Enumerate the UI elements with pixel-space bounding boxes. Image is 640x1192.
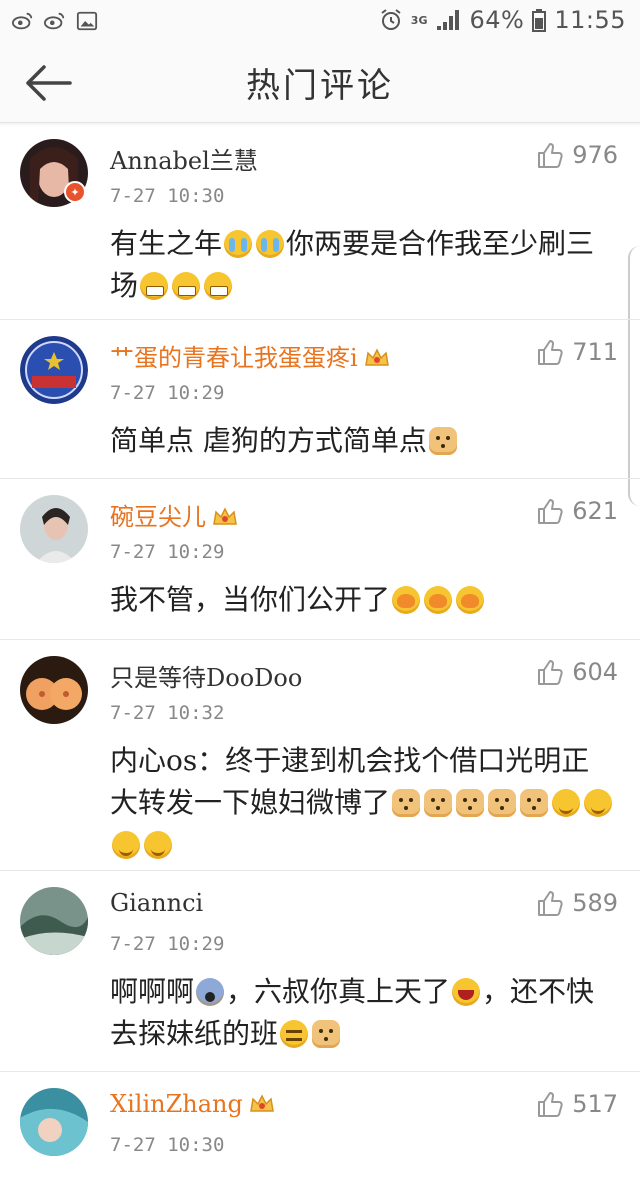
battery-icon — [532, 9, 547, 32]
kiss-emoji-icon — [424, 586, 453, 614]
thumbs-up-icon — [538, 1092, 563, 1117]
like-button[interactable]: 604 — [536, 658, 618, 686]
comment-item: XilinZhang 7-27 10:30 517 — [0, 1072, 640, 1192]
username[interactable]: Annabel兰慧 — [110, 141, 258, 176]
comment-item: ✦ Annabel兰慧 7-27 10:30 976 有生之年 你两要是合作我至少… — [0, 123, 640, 320]
like-button[interactable]: 589 — [536, 889, 618, 917]
vip-crown-icon — [249, 1094, 274, 1112]
comment-time: 7-27 10:29 — [110, 541, 225, 563]
verified-badge-icon: ✦ — [64, 181, 86, 203]
comment-time: 7-27 10:29 — [110, 933, 225, 955]
doge-emoji-icon — [488, 789, 517, 817]
thumbs-up-icon — [538, 340, 563, 365]
vip-crown-icon — [364, 348, 389, 366]
comment-text-part: ，六叔你真上天了 — [226, 975, 451, 1008]
smile-emoji-icon — [552, 789, 581, 817]
like-button[interactable]: 976 — [536, 141, 618, 169]
comment-list: ✦ Annabel兰慧 7-27 10:30 976 有生之年 你两要是合作我至少… — [0, 123, 640, 1192]
smile-emoji-icon — [584, 789, 613, 817]
comment-time: 7-27 10:30 — [110, 1134, 225, 1156]
avatar[interactable] — [20, 495, 88, 563]
avatar[interactable] — [20, 887, 88, 955]
smile-emoji-icon — [144, 831, 172, 859]
avatar[interactable] — [20, 656, 88, 724]
thumbs-up-icon — [538, 499, 563, 524]
grin-emoji-icon — [140, 272, 169, 300]
username[interactable]: Giannci — [110, 889, 203, 917]
comment-text-part: 啊啊啊 — [110, 975, 195, 1008]
scream-emoji-icon — [196, 978, 225, 1006]
alarm-icon — [381, 9, 401, 30]
grin-emoji-icon — [172, 272, 201, 300]
laugh-emoji-icon — [452, 978, 481, 1006]
comment-text: 有生之年 你两要是合作我至少刷三场 — [110, 223, 614, 307]
like-count: 589 — [572, 889, 618, 917]
smile-emoji-icon — [112, 831, 140, 859]
comment-time: 7-27 10:32 — [110, 702, 225, 724]
comment-time: 7-27 10:29 — [110, 382, 225, 404]
status-bar: 3G 64% 11:55 — [0, 0, 640, 44]
vip-crown-icon — [213, 507, 237, 525]
kiss-emoji-icon — [456, 586, 485, 614]
like-button[interactable]: 711 — [536, 338, 618, 366]
doge-emoji-icon — [424, 789, 453, 817]
sly-emoji-icon — [280, 1020, 309, 1048]
comment-item: 只是等待DooDoo 7-27 10:32 604 内心os：终于逮到机会找个借… — [0, 640, 640, 871]
comment-text-part: 有生之年 — [110, 227, 223, 260]
battery-percent: 64% — [469, 6, 525, 34]
like-count: 517 — [572, 1090, 618, 1118]
like-count: 711 — [572, 338, 618, 366]
kiss-emoji-icon — [392, 586, 421, 614]
like-button[interactable]: 621 — [536, 497, 618, 525]
comment-item: 艹蛋的青春让我蛋蛋疼i 7-27 10:29 711 简单点 虐狗的方式简单点 — [0, 320, 640, 479]
like-count: 604 — [572, 658, 618, 686]
username[interactable]: 碗豆尖儿 — [110, 497, 238, 532]
username[interactable]: 艹蛋的青春让我蛋蛋疼i — [110, 338, 390, 373]
comment-text: 我不管，当你们公开了 — [110, 579, 614, 621]
avatar[interactable] — [20, 1088, 88, 1156]
thumbs-up-icon — [538, 143, 563, 168]
page-title: 热门评论 — [246, 66, 394, 106]
doge-emoji-icon — [520, 789, 549, 817]
doge-emoji-icon — [428, 427, 457, 455]
thumbs-up-icon — [538, 660, 563, 685]
doge-emoji-icon — [456, 789, 485, 817]
avatar[interactable] — [20, 336, 88, 404]
crying-emoji-icon — [224, 230, 253, 258]
doge-emoji-icon — [312, 1020, 341, 1048]
comment-text: 简单点 虐狗的方式简单点 — [110, 420, 614, 462]
comment-text-part: 内心os：终于逮到机会找个借口光明正大转发一下媳妇微博了 — [110, 744, 590, 819]
app-header: 热门评论 — [0, 44, 640, 123]
image-notification-icon — [76, 11, 98, 31]
like-button[interactable]: 517 — [536, 1090, 618, 1118]
weibo-notification-icon — [12, 12, 33, 30]
doge-emoji-icon — [392, 789, 421, 817]
comment-text: 内心os：终于逮到机会找个借口光明正大转发一下媳妇微博了 — [110, 740, 614, 866]
comment-time: 7-27 10:30 — [110, 185, 225, 207]
signal-icon — [437, 10, 460, 30]
comment-text-part: 我不管，当你们公开了 — [110, 583, 391, 616]
comment-item: 碗豆尖儿 7-27 10:29 621 我不管，当你们公开了 — [0, 479, 640, 640]
crying-emoji-icon — [256, 230, 285, 258]
comment-text-part: 简单点 虐狗的方式简单点 — [110, 424, 427, 457]
comment-item: Giannci 7-27 10:29 589 啊啊啊 ，六叔你真上天了 ，还不快去探… — [0, 871, 640, 1072]
clock: 11:55 — [554, 6, 626, 34]
thumbs-up-icon — [538, 891, 563, 916]
like-count: 976 — [572, 141, 618, 169]
grin-emoji-icon — [204, 272, 233, 300]
network-type: 3G — [410, 13, 428, 27]
like-count: 621 — [572, 497, 618, 525]
weibo-notification-icon — [44, 12, 65, 30]
username[interactable]: XilinZhang — [110, 1090, 275, 1118]
username[interactable]: 只是等待DooDoo — [110, 658, 302, 693]
comment-text: 啊啊啊 ，六叔你真上天了 ，还不快去探妹纸的班 — [110, 971, 614, 1055]
